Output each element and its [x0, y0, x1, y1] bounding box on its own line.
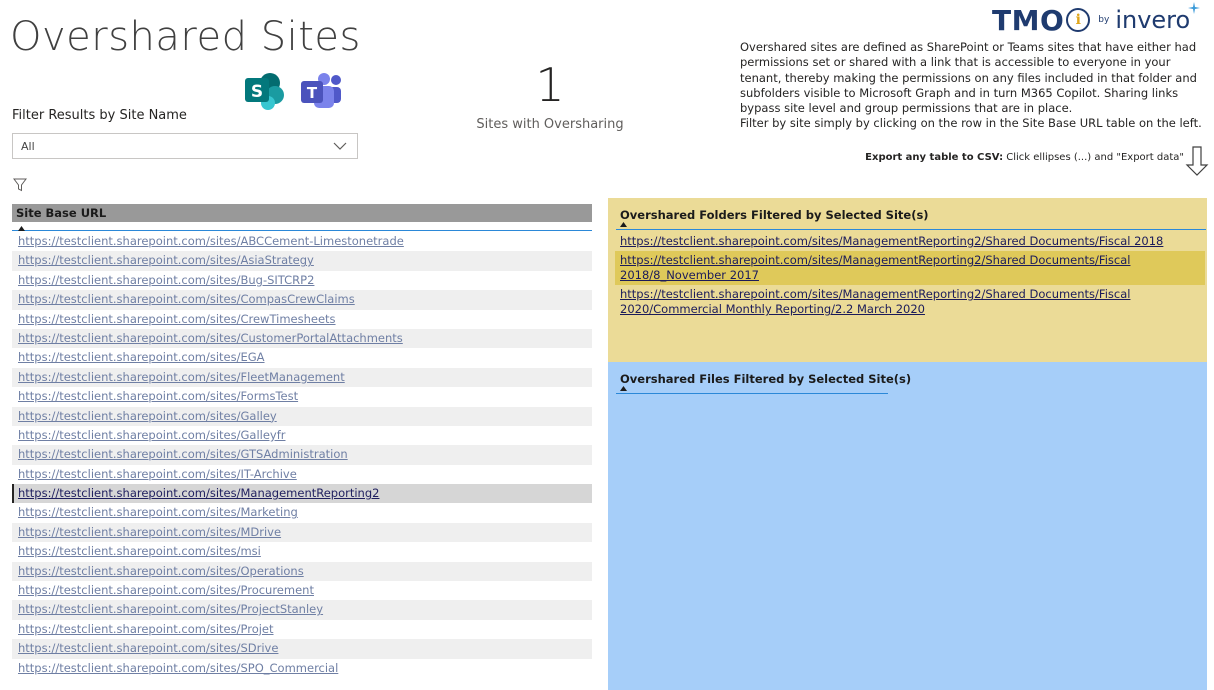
table-row[interactable]: https://testclient.sharepoint.com/sites/… [12, 232, 592, 251]
table-row[interactable]: https://testclient.sharepoint.com/sites/… [12, 581, 592, 600]
table-row[interactable]: https://testclient.sharepoint.com/sites/… [12, 659, 592, 678]
table-row-selected[interactable]: https://testclient.sharepoint.com/sites/… [12, 484, 592, 504]
filter-label: Filter Results by Site Name [12, 108, 187, 123]
export-note-bold: Export any table to CSV: [865, 152, 1004, 163]
table-row[interactable]: https://testclient.sharepoint.com/sites/… [12, 639, 592, 659]
description-block: Overshared sites are defined as SharePoi… [740, 40, 1206, 132]
site-url-rows: https://testclient.sharepoint.com/sites/… [12, 232, 592, 678]
teams-icon: T [301, 73, 341, 108]
site-name-dropdown[interactable]: All [12, 133, 358, 159]
header-underline [616, 229, 1206, 230]
sort-ascending-icon[interactable] [620, 386, 627, 391]
table-row[interactable]: https://testclient.sharepoint.com/sites/… [12, 348, 592, 367]
kpi-label: Sites with Oversharing [476, 117, 624, 132]
sort-ascending-icon[interactable] [18, 226, 25, 231]
header-underline [12, 230, 592, 231]
folders-column-header[interactable]: Overshared Folders Filtered by Selected … [620, 208, 929, 222]
files-panel: Overshared Files Filtered by Selected Si… [608, 362, 1207, 690]
brand-name: TMO [992, 3, 1065, 37]
table-row[interactable]: https://testclient.sharepoint.com/sites/… [12, 542, 592, 561]
table-row[interactable]: https://testclient.sharepoint.com/sites/… [12, 620, 592, 639]
table-row[interactable]: https://testclient.sharepoint.com/sites/… [615, 232, 1205, 251]
brand-logo: TMO i by invero [992, 2, 1201, 38]
table-row[interactable]: https://testclient.sharepoint.com/sites/… [12, 445, 592, 465]
table-row[interactable]: https://testclient.sharepoint.com/sites/… [12, 503, 592, 522]
sort-ascending-icon[interactable] [620, 222, 627, 227]
info-icon: i [1066, 8, 1091, 32]
folder-rows: https://testclient.sharepoint.com/sites/… [615, 232, 1205, 319]
svg-text:T: T [307, 84, 318, 102]
export-note-rest: Click ellipses (...) and "Export data" [1003, 152, 1184, 163]
page-title: Overshared Sites [10, 14, 361, 60]
arrow-down-icon [1185, 146, 1209, 176]
table-row-selected[interactable]: https://testclient.sharepoint.com/sites/… [615, 251, 1205, 285]
header-underline [616, 393, 888, 394]
export-note: Export any table to CSV: Click ellipses … [865, 152, 1184, 163]
app-icons: S T [244, 72, 342, 110]
files-column-header[interactable]: Overshared Files Filtered by Selected Si… [620, 372, 911, 386]
table-row[interactable]: https://testclient.sharepoint.com/sites/… [12, 522, 592, 543]
chevron-down-icon [333, 142, 347, 150]
kpi-value: 1 [535, 58, 565, 112]
description-filter-hint: Filter by site simply by clicking on the… [740, 116, 1202, 131]
table-row[interactable]: https://testclient.sharepoint.com/sites/… [12, 290, 592, 310]
table-row[interactable]: https://testclient.sharepoint.com/sites/… [12, 387, 592, 406]
brand-by: by [1098, 15, 1110, 25]
filter-icon[interactable] [13, 178, 27, 192]
folders-panel: Overshared Folders Filtered by Selected … [608, 198, 1207, 362]
table-row[interactable]: https://testclient.sharepoint.com/sites/… [12, 426, 592, 445]
site-url-table: Site Base URL https://testclient.sharepo… [12, 204, 592, 678]
table-row[interactable]: https://testclient.sharepoint.com/sites/… [12, 465, 592, 484]
table-row[interactable]: https://testclient.sharepoint.com/sites/… [12, 600, 592, 620]
table-row[interactable]: https://testclient.sharepoint.com/sites/… [12, 406, 592, 426]
site-url-column-header[interactable]: Site Base URL [12, 204, 592, 222]
spark-icon [1188, 2, 1201, 14]
table-row[interactable]: https://testclient.sharepoint.com/sites/… [12, 310, 592, 329]
table-row[interactable]: https://testclient.sharepoint.com/sites/… [12, 561, 592, 582]
table-row[interactable]: https://testclient.sharepoint.com/sites/… [12, 271, 592, 290]
table-row[interactable]: https://testclient.sharepoint.com/sites/… [615, 285, 1205, 319]
table-row[interactable]: https://testclient.sharepoint.com/sites/… [12, 367, 592, 388]
dropdown-value: All [21, 139, 35, 153]
sharepoint-icon: S [245, 73, 284, 110]
table-row[interactable]: https://testclient.sharepoint.com/sites/… [12, 251, 592, 271]
svg-text:S: S [251, 82, 263, 102]
site-url-header-label: Site Base URL [16, 206, 107, 220]
table-row[interactable]: https://testclient.sharepoint.com/sites/… [12, 328, 592, 349]
brand-partner: invero [1115, 2, 1201, 34]
brand-partner-text: invero [1115, 6, 1191, 34]
description-text: Overshared sites are defined as SharePoi… [740, 40, 1197, 116]
